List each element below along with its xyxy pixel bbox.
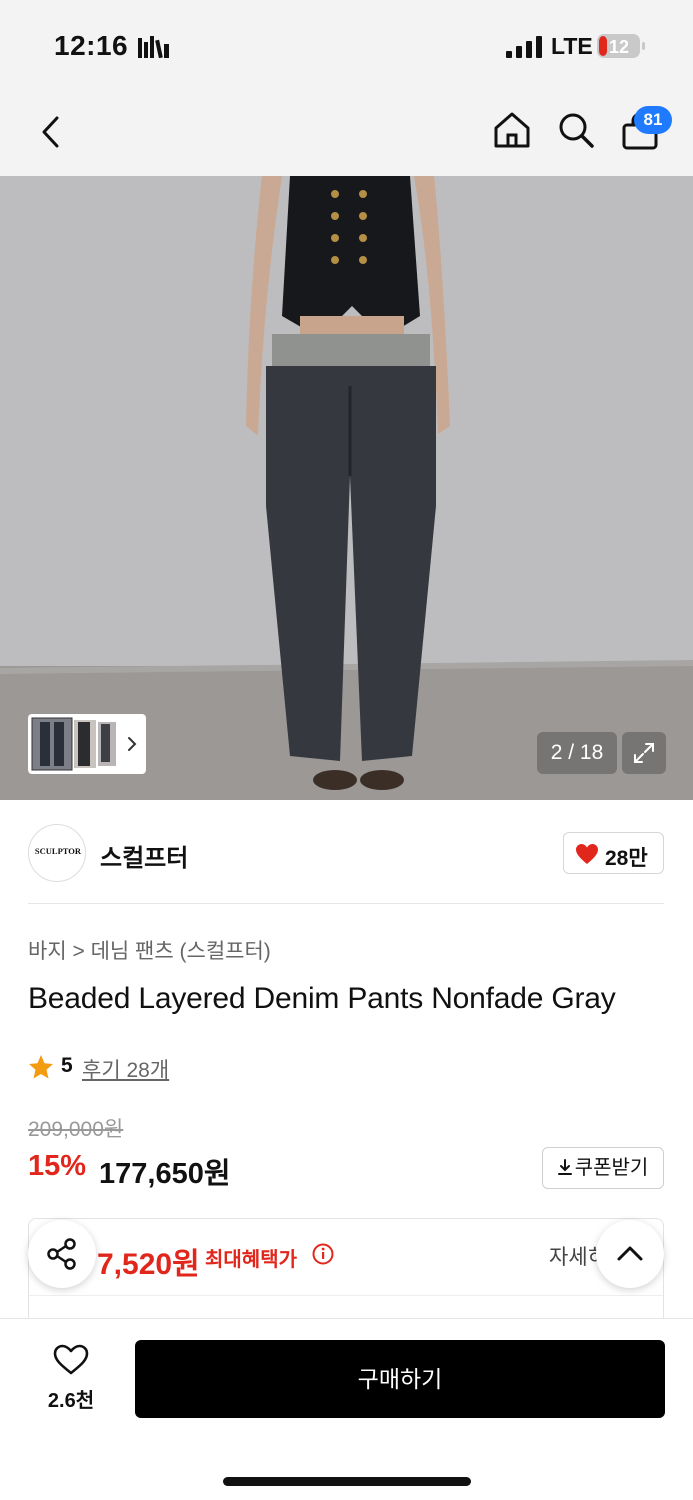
- max-benefit-box[interactable]: 7,520원 최대혜택가 자세히: [28, 1218, 664, 1328]
- original-price: 209,000원: [28, 1118, 124, 1141]
- status-time: 12:16: [54, 30, 129, 61]
- heart-outline-icon: [53, 1344, 89, 1375]
- max-benefit-label: 최대혜택가: [205, 1249, 297, 1271]
- product-image[interactable]: [0, 176, 693, 800]
- library-icon: [138, 36, 169, 58]
- expand-button[interactable]: [622, 732, 666, 774]
- divider: [28, 903, 664, 904]
- product-title: Beaded Layered Denim Pants Nonfade Gray: [28, 982, 616, 1015]
- heart-filled-icon: [576, 844, 598, 864]
- brand-like-count: 28만: [605, 847, 648, 870]
- chevron-up-icon: [617, 1246, 643, 1261]
- buy-button[interactable]: 구매하기: [135, 1340, 665, 1418]
- network-type: LTE: [551, 33, 593, 59]
- download-icon: [557, 1159, 572, 1175]
- cart-count-badge: 81: [634, 106, 672, 134]
- home-icon[interactable]: [492, 110, 532, 150]
- brand-logo-text: SCULPTOR: [34, 846, 82, 856]
- product-photo: [0, 176, 693, 800]
- star-icon: [29, 1055, 53, 1079]
- battery-icon: 12: [597, 34, 645, 58]
- expand-icon: [634, 743, 654, 763]
- breadcrumb[interactable]: 바지 > 데님 팬츠 (스컬프터): [28, 935, 271, 965]
- battery-level: 12: [609, 37, 629, 57]
- wishlist-button[interactable]: 2.6천: [40, 1344, 102, 1413]
- brand-name[interactable]: 스컬프터: [100, 838, 188, 873]
- info-icon[interactable]: [312, 1243, 334, 1265]
- wishlist-count: 2.6천: [47, 1390, 95, 1412]
- signal-icon: [506, 36, 542, 58]
- app-header: [0, 90, 693, 176]
- benefit-divider: [29, 1295, 663, 1296]
- coupon-button[interactable]: 쿠폰받기: [542, 1147, 664, 1189]
- brand-logo[interactable]: SCULPTOR: [28, 824, 86, 882]
- discount-rate: 15%: [28, 1150, 87, 1182]
- max-benefit-price: 7,520원: [97, 1248, 200, 1281]
- home-indicator[interactable]: [223, 1477, 471, 1486]
- sale-price: 177,650원: [99, 1158, 231, 1190]
- share-button[interactable]: [28, 1220, 96, 1288]
- back-icon[interactable]: [38, 114, 64, 150]
- scroll-top-button[interactable]: [596, 1220, 664, 1288]
- chevron-right-icon: [128, 737, 137, 751]
- search-icon[interactable]: [556, 110, 596, 150]
- review-count-link[interactable]: 후기 28개: [82, 1054, 169, 1084]
- coupon-label: 쿠폰받기: [574, 1157, 649, 1179]
- status-bar: 12:16 LTE 12: [0, 0, 693, 90]
- image-counter: 2 / 18: [537, 732, 617, 774]
- share-icon: [47, 1238, 76, 1270]
- brand-like-button[interactable]: 28만: [563, 832, 664, 874]
- rating-score: 5: [61, 1054, 73, 1077]
- thumbnail-strip[interactable]: [28, 714, 146, 774]
